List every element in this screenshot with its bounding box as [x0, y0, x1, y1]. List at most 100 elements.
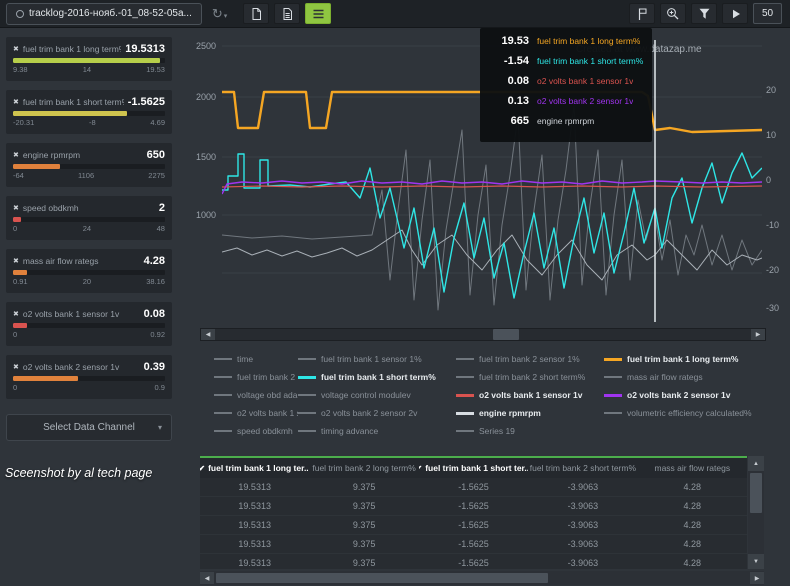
table-horizontal-scrollbar[interactable]: ◀ ▶ [200, 571, 764, 585]
chart-area: Created at www.datazap.me 19.53fuel trim… [178, 28, 790, 350]
legend-item[interactable]: voltage control modulev [298, 390, 456, 400]
legend-item[interactable]: engine rpmrpm [456, 408, 604, 418]
filter-icon [698, 7, 711, 21]
table-row: 19.53139.375-1.5625-3.90634.28 [200, 478, 747, 497]
flag-button[interactable] [629, 3, 655, 24]
remove-channel-icon[interactable]: ✖ [13, 310, 19, 318]
zoom-button[interactable] [660, 3, 686, 24]
select-data-channel-button[interactable]: Select Data Channel ▾ [6, 414, 172, 441]
legend-item[interactable]: o2 volts bank 2 sensor 1v [604, 390, 780, 400]
legend-label: o2 volts bank 1 sensor 1v [479, 390, 582, 400]
legend-item[interactable]: mass air flow rategs [604, 372, 780, 382]
tooltip-row: 19.53fuel trim bank 1 long term% [489, 35, 643, 55]
chevron-down-icon: ▾ [224, 13, 228, 20]
scroll-right-button[interactable]: ▶ [750, 572, 764, 584]
vertical-scroll-thumb[interactable] [750, 473, 762, 513]
file-view-button[interactable] [243, 3, 269, 24]
gauge-value: 650 [147, 149, 165, 161]
data-view-button[interactable] [305, 3, 331, 24]
table-cell: -3.9063 [528, 554, 637, 569]
remove-channel-icon[interactable]: ✖ [13, 363, 19, 371]
legend-swatch [214, 376, 232, 378]
remove-channel-icon[interactable]: ✖ [13, 151, 19, 159]
remove-channel-icon[interactable]: ✖ [13, 204, 19, 212]
gauge-value: -1.5625 [128, 96, 165, 108]
table-vertical-scrollbar[interactable]: ▲ ▼ [748, 456, 764, 569]
gauge-tick-label: 2275 [148, 171, 165, 180]
gauge-panel: ✖o2 volts bank 2 sensor 1v0.3900.9 [6, 355, 172, 399]
filter-button[interactable] [691, 3, 717, 24]
table-cell: 19.5313 [200, 497, 309, 515]
table-row: 19.53139.375-1.5625-3.90634.28 [200, 497, 747, 516]
legend-label: volumetric efficiency calculated% [627, 408, 752, 418]
legend-label: mass air flow rategs [627, 372, 703, 382]
scroll-left-button[interactable]: ◀ [200, 572, 214, 584]
interval-box[interactable]: 50 [753, 3, 782, 24]
scroll-up-button[interactable]: ▲ [748, 456, 764, 471]
table-cell: 9.375 [309, 478, 418, 496]
tooltip-value: -1.54 [489, 55, 529, 67]
legend-item[interactable]: volumetric efficiency calculated% [604, 408, 780, 418]
chart-tooltip: 19.53fuel trim bank 1 long term%-1.54fue… [480, 28, 652, 142]
chart-scroll-thumb[interactable] [493, 329, 519, 340]
tooltip-row: 665engine rpmrpm [489, 115, 643, 135]
gauge-tick-label: 1106 [78, 171, 94, 180]
tooltip-row: -1.54fuel trim bank 1 short term% [489, 55, 643, 75]
legend-item[interactable]: timing advance [298, 426, 456, 436]
gauge-tick-label: 20 [83, 277, 91, 286]
table-cell: -1.5625 [419, 535, 528, 553]
table-header-cell[interactable]: mass air flow rategs [638, 458, 747, 478]
table-cell: 4.28 [638, 516, 747, 534]
chevron-down-icon: ▾ [158, 423, 162, 432]
gauge-tick-label: 19.53 [146, 65, 165, 74]
legend: timefuel trim bank 1 sensor 1%fuel trim … [214, 354, 780, 436]
table-cell: 4.28 [638, 535, 747, 553]
legend-item[interactable]: o2 volts bank 1 sensor 1v [456, 390, 604, 400]
scroll-left-button[interactable]: ◀ [201, 329, 215, 340]
gauge-tick-label: -64 [13, 171, 24, 180]
legend-item[interactable]: fuel trim bank 1 long term% [604, 354, 780, 364]
gauge-value: 2 [159, 202, 165, 214]
legend-item[interactable]: fuel trim bank 2 short term% [456, 372, 604, 382]
legend-item[interactable]: voltage obd adapterv [214, 390, 298, 400]
horizontal-scroll-thumb[interactable] [216, 573, 548, 583]
legend-label: fuel trim bank 1 short term% [321, 372, 436, 382]
legend-item[interactable]: fuel trim bank 2 sensor 1% [456, 354, 604, 364]
gauge-tick-label: 38.16 [146, 277, 165, 286]
tooltip-label: o2 volts bank 1 sensor 1v [537, 76, 633, 86]
legend-item[interactable]: speed obdkmh [214, 426, 298, 436]
table-header-cell[interactable]: fuel trim bank 2 short term% [528, 458, 637, 478]
legend-item[interactable]: fuel trim bank 1 short term% [298, 372, 456, 382]
y-axis-left-tick: 1000 [180, 210, 216, 220]
remove-channel-icon[interactable]: ✖ [13, 98, 19, 106]
log-select-button[interactable]: tracklog-2016-нояб.-01_08-52-05a... [6, 3, 202, 25]
table-header-cell[interactable]: ✔fuel trim bank 1 short ter... [419, 458, 528, 478]
table-cell: -3.9063 [528, 478, 637, 496]
table-header-cell[interactable]: fuel trim bank 2 long term% [309, 458, 418, 478]
remove-channel-icon[interactable]: ✖ [13, 45, 19, 53]
y-axis-left-tick: 2000 [180, 92, 216, 102]
legend-swatch [214, 430, 232, 432]
refresh-button[interactable]: ↻ ▾ [212, 7, 227, 20]
remove-channel-icon[interactable]: ✖ [13, 257, 19, 265]
table-cell: 9.375 [309, 535, 418, 553]
chart-scroll-track[interactable] [215, 329, 751, 340]
legend-item[interactable]: fuel trim bank 2 long term% [214, 372, 298, 382]
y-axis-right-tick: -30 [766, 303, 790, 313]
gauge-list: ✖fuel trim bank 1 long term%19.53139.381… [0, 37, 178, 399]
chart-scrollbar[interactable]: ◀ ▶ [200, 328, 766, 341]
legend-item[interactable]: o2 volts bank 1 sensor 2v [214, 408, 298, 418]
legend-item[interactable]: time [214, 354, 298, 364]
legend-label: speed obdkmh [237, 426, 293, 436]
play-button[interactable] [722, 3, 748, 24]
horizontal-scroll-track[interactable] [214, 572, 750, 584]
scroll-down-button[interactable]: ▼ [748, 554, 764, 569]
scroll-right-button[interactable]: ▶ [751, 329, 765, 340]
gauge-bar [13, 270, 165, 275]
report-view-button[interactable] [274, 3, 300, 24]
table-header-cell[interactable]: ✔fuel trim bank 1 long ter... [200, 458, 309, 478]
legend-item[interactable]: o2 volts bank 2 sensor 2v [298, 408, 456, 418]
gauge-bar [13, 58, 165, 63]
legend-item[interactable]: Series 19 [456, 426, 604, 436]
legend-item[interactable]: fuel trim bank 1 sensor 1% [298, 354, 456, 364]
